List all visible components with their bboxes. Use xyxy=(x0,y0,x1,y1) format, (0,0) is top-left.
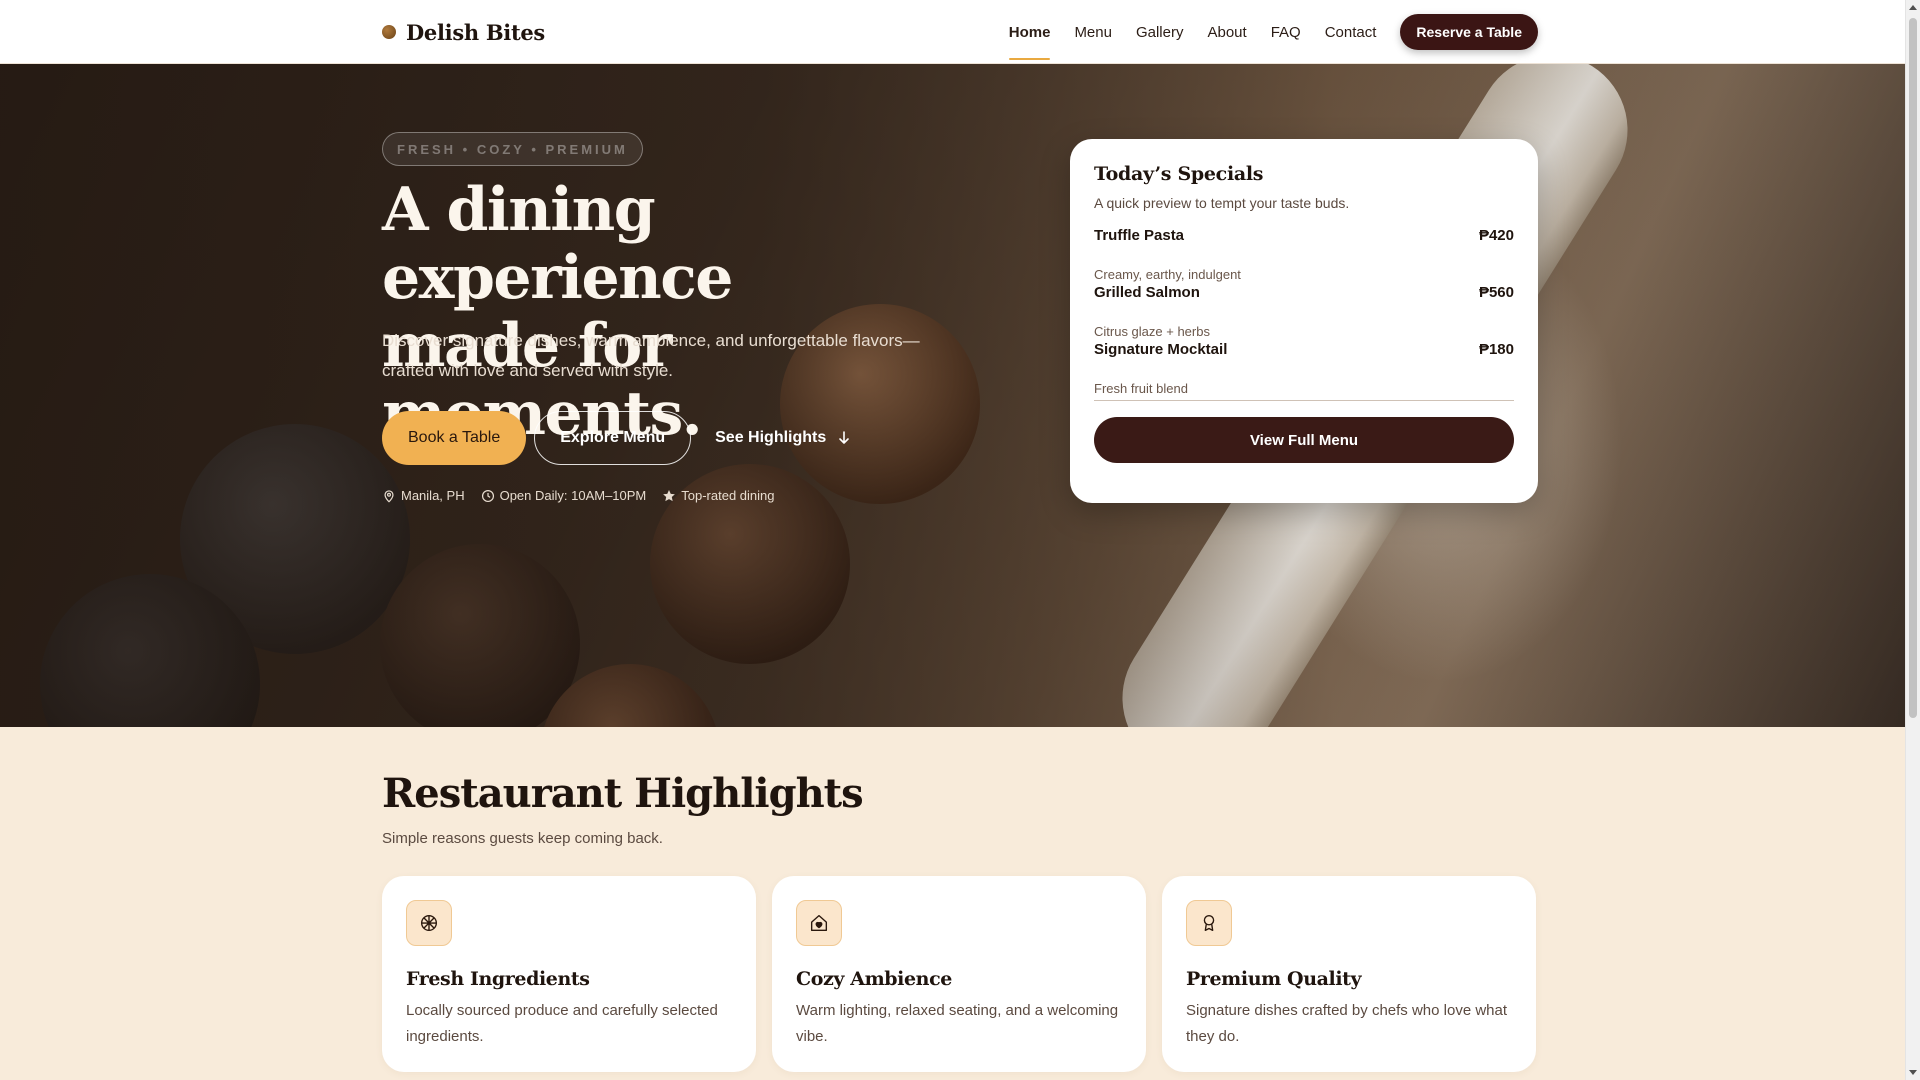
hero-section: FRESH • COZY • PREMIUM A dining experien… xyxy=(0,64,1905,727)
nav-link-faq[interactable]: FAQ xyxy=(1259,0,1313,64)
scroll-thumb[interactable] xyxy=(1909,18,1917,718)
todays-specials-card: Today’s Specials A quick preview to temp… xyxy=(1070,139,1538,503)
specials-divider xyxy=(1094,400,1514,401)
meta-hours-text: Open Daily: 10AM–10PM xyxy=(499,488,647,503)
meta-location: Manila, PH xyxy=(382,488,465,503)
hero-title-line1: A dining experience xyxy=(382,175,733,313)
card-title: Cozy Ambience xyxy=(796,968,952,990)
highlights-subtitle: Simple reasons guests keep coming back. xyxy=(382,830,663,847)
special-item: Grilled Salmon ₱560 Citrus glaze + herbs xyxy=(1094,282,1514,339)
scroll-down-icon[interactable] xyxy=(1909,1070,1917,1075)
hero-title: A dining experience made for moments. xyxy=(382,176,1002,448)
nav-links: Home Menu Gallery About FAQ Contact Rese… xyxy=(997,0,1538,64)
highlight-card-quality: Premium Quality Signature dishes crafted… xyxy=(1162,876,1536,1072)
special-item-name: Grilled Salmon xyxy=(1094,284,1200,301)
special-item-name: Truffle Pasta xyxy=(1094,227,1185,244)
brand-dot-icon xyxy=(382,25,396,39)
nav-link-menu[interactable]: Menu xyxy=(1062,0,1124,64)
special-item-price: ₱560 xyxy=(1478,284,1514,301)
brand-logo[interactable]: Delish Bites xyxy=(382,20,545,45)
highlight-card-ambience: Cozy Ambience Warm lighting, relaxed sea… xyxy=(772,876,1146,1072)
special-item: Signature Mocktail ₱180 Fresh fruit blen… xyxy=(1094,339,1514,396)
meta-hours: Open Daily: 10AM–10PM xyxy=(481,488,647,503)
scroll-up-icon[interactable] xyxy=(1909,5,1917,10)
award-icon xyxy=(1186,900,1232,946)
special-item-desc: Citrus glaze + herbs xyxy=(1094,324,1210,339)
explore-menu-button[interactable]: Explore Menu xyxy=(534,411,692,465)
home-heart-icon xyxy=(796,900,842,946)
nav-link-gallery[interactable]: Gallery xyxy=(1124,0,1196,64)
special-item-name: Signature Mocktail xyxy=(1094,341,1228,358)
card-title: Fresh Ingredients xyxy=(406,968,590,990)
special-item-price: ₱420 xyxy=(1478,227,1514,244)
highlights-title: Restaurant Highlights xyxy=(382,770,864,817)
card-title: Premium Quality xyxy=(1186,968,1362,990)
highlights-cards: Fresh Ingredients Locally sourced produc… xyxy=(382,876,1536,1072)
card-text: Locally sourced produce and carefully se… xyxy=(406,1002,718,1045)
page-scrollbar[interactable] xyxy=(1905,0,1920,1080)
highlight-card-fresh: Fresh Ingredients Locally sourced produc… xyxy=(382,876,756,1072)
specials-list: Truffle Pasta ₱420 Creamy, earthy, indul… xyxy=(1094,225,1514,396)
nav-link-contact[interactable]: Contact xyxy=(1313,0,1389,64)
produce-icon xyxy=(406,900,452,946)
card-text: Signature dishes crafted by chefs who lo… xyxy=(1186,1002,1508,1045)
reserve-table-button[interactable]: Reserve a Table xyxy=(1400,14,1538,50)
nav-link-home[interactable]: Home xyxy=(997,0,1063,64)
brand-name: Delish Bites xyxy=(406,19,545,45)
view-full-menu-button[interactable]: View Full Menu xyxy=(1094,417,1514,463)
see-highlights-label: See Highlights xyxy=(715,429,827,446)
meta-rating: Top-rated dining xyxy=(662,488,775,503)
specials-subtitle: A quick preview to tempt your taste buds… xyxy=(1094,195,1350,211)
specials-title: Today’s Specials xyxy=(1094,163,1264,185)
hero-button-row: Book a Table Explore Menu See Highlights xyxy=(382,411,868,465)
hero-tag-pill: FRESH • COZY • PREMIUM xyxy=(382,132,643,166)
top-navbar: Delish Bites Home Menu Gallery About FAQ… xyxy=(0,0,1905,64)
special-item: Truffle Pasta ₱420 Creamy, earthy, indul… xyxy=(1094,225,1514,282)
arrow-down-icon xyxy=(839,431,850,444)
hero-subtitle: Discover signature dishes, warm ambience… xyxy=(382,331,920,380)
special-item-price: ₱180 xyxy=(1478,341,1514,358)
nav-link-about[interactable]: About xyxy=(1195,0,1258,64)
meta-rating-text: Top-rated dining xyxy=(681,488,775,503)
book-table-button[interactable]: Book a Table xyxy=(382,411,527,465)
see-highlights-link[interactable]: See Highlights xyxy=(699,411,868,465)
map-pin-icon xyxy=(384,489,394,503)
special-item-desc: Fresh fruit blend xyxy=(1094,381,1188,396)
clock-icon xyxy=(481,489,494,502)
meta-location-text: Manila, PH xyxy=(401,488,465,503)
special-item-desc: Creamy, earthy, indulgent xyxy=(1094,267,1241,282)
card-text: Warm lighting, relaxed seating, and a we… xyxy=(796,1002,1119,1045)
star-icon xyxy=(663,489,676,501)
hero-meta-row: Manila, PH Open Daily: 10AM–10PM Top-rat… xyxy=(382,488,775,503)
